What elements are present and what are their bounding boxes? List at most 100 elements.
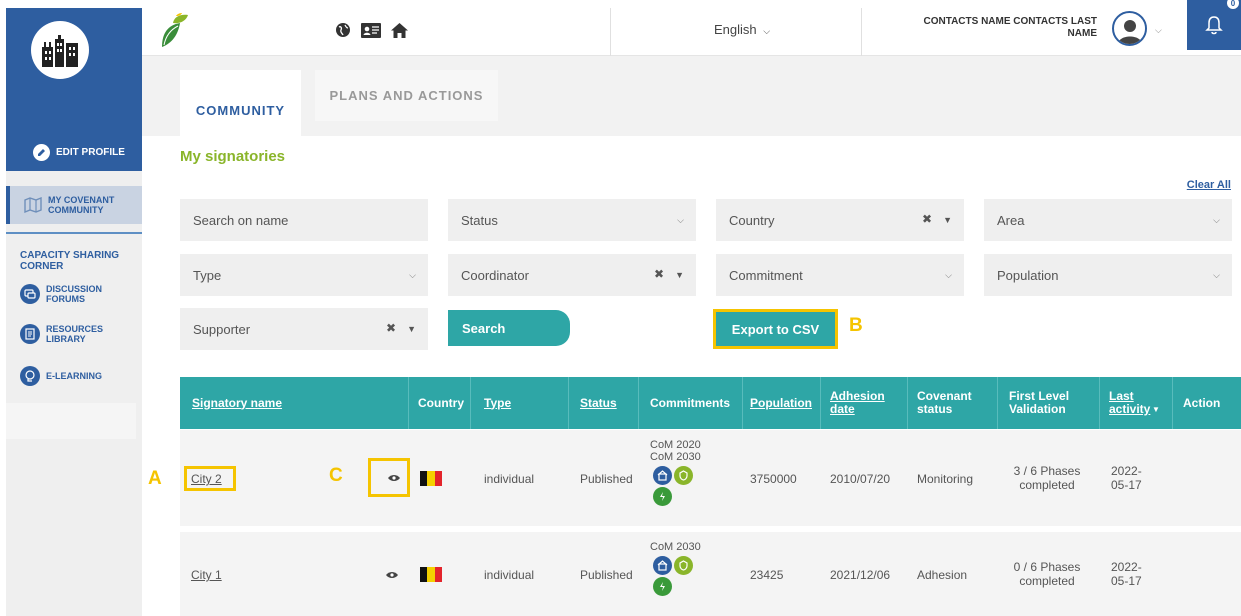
population-select[interactable]: Population ⌵	[984, 254, 1232, 296]
annotation-label-b: B	[849, 315, 863, 336]
sidebar-item-label: MY COVENANT COMMUNITY	[48, 195, 115, 215]
id-card-icon[interactable]	[361, 22, 381, 38]
column-divider	[568, 377, 569, 429]
chevron-down-icon: ⌵	[409, 270, 416, 280]
caret-down-icon: ▼	[675, 270, 684, 280]
notifications-button[interactable]: 0	[1187, 0, 1241, 50]
column-divider	[1172, 377, 1173, 429]
status-cell: Published	[580, 472, 633, 486]
col-country: Country	[418, 395, 464, 410]
coordinator-select[interactable]: Coordinator ✖ ▼	[448, 254, 696, 296]
adhesion-date-cell: 2010/07/20	[830, 472, 891, 486]
col-adhesion-date[interactable]: Adhesion date	[830, 377, 890, 429]
bell-icon	[1205, 16, 1223, 35]
edit-icon	[33, 144, 50, 161]
clear-all-link[interactable]: Clear All	[1187, 179, 1231, 191]
search-name-placeholder: Search on name	[193, 212, 289, 228]
col-population[interactable]: Population	[750, 377, 812, 429]
type-select-label: Type	[193, 267, 222, 283]
validation-cell: 0 / 6 Phases completed	[1013, 560, 1081, 588]
user-name[interactable]: CONTACTS NAME CONTACTS LAST NAME	[912, 16, 1097, 40]
user-avatar[interactable]	[1112, 11, 1147, 46]
col-status[interactable]: Status	[580, 377, 617, 429]
search-name-input[interactable]: Search on name	[180, 199, 428, 241]
city-logo[interactable]	[31, 21, 89, 79]
home-icon[interactable]	[391, 22, 408, 38]
last-activity-cell: 2022-05-17	[1111, 560, 1142, 588]
chevron-down-icon[interactable]: ⌵	[1155, 25, 1162, 36]
population-select-label: Population	[997, 267, 1059, 283]
edit-profile-link[interactable]: EDIT PROFILE	[33, 144, 125, 161]
column-divider	[820, 377, 821, 429]
leaf-logo-icon	[162, 13, 188, 47]
search-button[interactable]: Search	[448, 310, 570, 346]
supporter-select-label: Supporter	[193, 321, 251, 337]
covenant-logo[interactable]	[160, 13, 190, 54]
top-strip	[0, 0, 1241, 8]
sidebar-divider	[6, 232, 142, 234]
energy-poverty-icon	[653, 487, 672, 506]
column-divider	[742, 377, 743, 429]
status-select-label: Status	[461, 212, 498, 228]
sidebar-item-discussion-forums[interactable]: DISCUSSION FORUMS	[20, 284, 106, 304]
export-csv-button[interactable]: Export to CSV	[713, 309, 838, 349]
column-divider	[470, 377, 471, 429]
clear-icon[interactable]: ✖	[386, 321, 396, 335]
chevron-down-icon: ⌵	[763, 26, 771, 36]
covenant-status-cell: Adhesion	[917, 568, 968, 582]
adhesion-date-cell: 2021/12/06	[830, 568, 891, 582]
area-select[interactable]: Area ⌵	[984, 199, 1232, 241]
sidebar: EDIT PROFILE MY COVENANT COMMUNITY CAPAC…	[6, 8, 142, 616]
caret-down-icon: ▼	[407, 324, 416, 334]
header-divider	[861, 8, 862, 56]
annotation-label-c: C	[329, 465, 343, 486]
mitigation-icon	[653, 466, 672, 485]
commitment-select-label: Commitment	[729, 267, 803, 283]
status-cell: Published	[580, 568, 633, 582]
sidebar-item-my-covenant-community[interactable]: MY COVENANT COMMUNITY	[6, 186, 142, 224]
page-title: My signatories	[180, 148, 286, 165]
main-content: COMMUNITY PLANS AND ACTIONS My signatori…	[142, 56, 1241, 616]
col-last-activity[interactable]: Last activity	[1109, 377, 1150, 429]
col-signatory-name[interactable]: Signatory name	[192, 377, 282, 429]
signatory-name-link[interactable]: City 1	[191, 568, 222, 582]
language-selector[interactable]: English ⌵	[714, 22, 770, 37]
sidebar-item-resources-library[interactable]: RESOURCES LIBRARY	[20, 324, 106, 344]
col-commitments: Commitments	[650, 395, 731, 410]
chevron-down-icon: ⌵	[677, 215, 684, 225]
sidebar-header: EDIT PROFILE	[6, 8, 142, 171]
chevron-down-icon: ⌵	[945, 270, 952, 280]
population-cell: 23425	[750, 568, 784, 582]
clear-icon[interactable]: ✖	[654, 267, 664, 281]
sidebar-item-label: DISCUSSION FORUMS	[46, 284, 103, 304]
head-icon	[20, 366, 40, 386]
column-divider	[997, 377, 998, 429]
supporter-select[interactable]: Supporter ✖ ▼	[180, 308, 428, 350]
clear-icon[interactable]: ✖	[922, 212, 932, 226]
country-select-label: Country	[729, 212, 775, 228]
table-row: City 1 individual Published CoM 2030 234…	[180, 532, 1241, 616]
top-header: English ⌵ CONTACTS NAME CONTACTS LAST NA…	[142, 0, 1241, 56]
col-covenant-status: Covenant status	[917, 389, 972, 416]
page: EDIT PROFILE MY COVENANT COMMUNITY CAPAC…	[0, 0, 1241, 616]
edit-profile-label: EDIT PROFILE	[56, 147, 125, 158]
chevron-down-icon: ⌵	[1213, 215, 1220, 225]
col-type[interactable]: Type	[484, 377, 511, 429]
tab-community[interactable]: COMMUNITY	[180, 70, 301, 136]
validation-cell: 3 / 6 Phases completed	[1013, 464, 1081, 492]
language-label: English	[714, 22, 757, 37]
tab-plans-and-actions[interactable]: PLANS AND ACTIONS	[315, 70, 498, 121]
col-first-level-validation: First Level Validation	[1009, 389, 1070, 416]
sidebar-item-e-learning[interactable]: E-LEARNING	[20, 366, 102, 386]
capacity-sharing-heading: CAPACITY SHARING CORNER	[20, 250, 120, 272]
commitment-select[interactable]: Commitment ⌵	[716, 254, 964, 296]
eye-icon[interactable]	[386, 571, 398, 579]
type-select[interactable]: Type ⌵	[180, 254, 428, 296]
globe-icon[interactable]	[335, 22, 351, 38]
column-divider	[907, 377, 908, 429]
country-select[interactable]: Country ✖ ▼	[716, 199, 964, 241]
status-select[interactable]: Status ⌵	[448, 199, 696, 241]
highlight-box-a	[184, 466, 236, 491]
column-divider	[408, 377, 409, 429]
commitment-label: CoM 2020	[650, 439, 701, 451]
